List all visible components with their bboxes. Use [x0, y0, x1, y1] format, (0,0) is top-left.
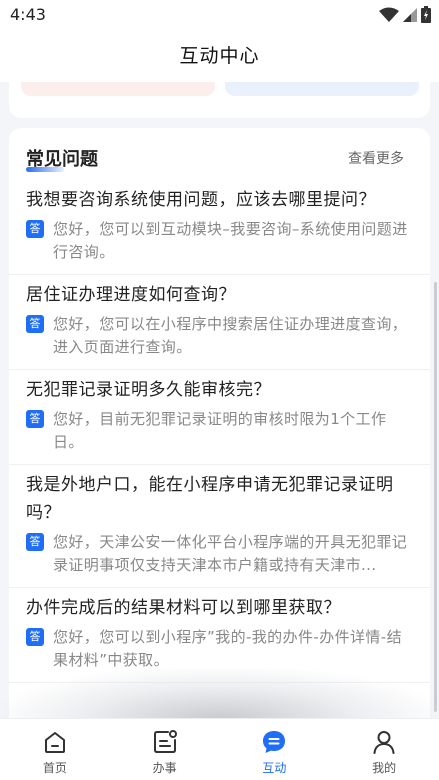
answer-badge: 答: [26, 220, 44, 238]
tab-bar: 首页 办事 互动 我的: [0, 718, 439, 780]
top-card-left-tile[interactable]: [21, 82, 215, 96]
top-card: [9, 82, 430, 118]
answer-badge: 答: [26, 628, 44, 646]
tab-label: 首页: [42, 761, 67, 775]
tab-home[interactable]: 首页: [0, 719, 110, 780]
answer-badge: 答: [26, 533, 44, 551]
faq-answer-text: 您好，您可以到小程序”我的-我的办件-办件详情-结果材料”中获取。: [53, 628, 403, 669]
task-icon: [153, 730, 177, 753]
status-time: 4:43: [10, 5, 46, 24]
tab-label: 办事: [152, 761, 177, 775]
faq-answer: 答 您好，目前无犯罪记录证明的审核时限为1个工作日。: [26, 408, 414, 454]
header: 互动中心: [0, 30, 439, 82]
faq-item[interactable]: 居住证办理进度如何查询？ 答 您好，您可以在小程序中搜索居住证办理进度查询，进入…: [9, 275, 430, 370]
status-icons: [379, 6, 431, 23]
faq-answer: 答 您好，天津公安一体化平台小程序端的开具无犯罪记录证明事项仅支持天津本市户籍或…: [26, 531, 414, 577]
battery-icon: [421, 6, 431, 23]
faq-item[interactable]: 我想要咨询系统使用问题，应该去哪里提问？ 答 您好，您可以到互动模块–我要咨询–…: [9, 180, 430, 275]
faq-item[interactable]: 办件完成后的结果材料可以到哪里获取？ 答 您好，您可以到小程序”我的-我的办件-…: [9, 588, 430, 683]
page-title: 互动中心: [179, 45, 260, 67]
faq-question: 我想要咨询系统使用问题，应该去哪里提问？: [26, 190, 376, 210]
wifi-icon: [379, 7, 399, 22]
faq-answer-text: 您好，天津公安一体化平台小程序端的开具无犯罪记录证明事项仅支持天津本市户籍或持有…: [53, 533, 408, 574]
person-icon: [373, 731, 395, 754]
faq-answer: 答 您好，您可以到互动模块–我要咨询–系统使用问题进行咨询。: [26, 218, 414, 264]
tab-label: 我的: [372, 761, 397, 775]
faq-header: 常见问题 查看更多: [9, 128, 430, 180]
faq-answer-text: 您好，您可以在小程序中搜索居住证办理进度查询，进入页面进行查询。: [53, 315, 408, 356]
tab-label: 互动: [262, 761, 287, 775]
faq-answer: 答 您好，您可以到小程序”我的-我的办件-办件详情-结果材料”中获取。: [26, 626, 414, 672]
tab-interact[interactable]: 互动: [220, 719, 330, 780]
top-card-right-tile[interactable]: [225, 82, 419, 96]
faq-answer-text: 您好，您可以到互动模块–我要咨询–系统使用问题进行咨询。: [53, 220, 408, 261]
tab-tasks[interactable]: 办事: [110, 719, 220, 780]
home-icon: [44, 732, 65, 753]
faq-question: 办件完成后的结果材料可以到哪里获取？: [26, 598, 341, 618]
signal-icon: [403, 7, 417, 22]
scrollbar[interactable]: [434, 282, 437, 712]
status-bar: 4:43: [0, 0, 439, 30]
faq-card: 常见问题 查看更多 我想要咨询系统使用问题，应该去哪里提问？ 答 您好，您可以到…: [9, 128, 430, 728]
faq-item[interactable]: 我是外地户口，能在小程序申请无犯罪记录证明吗？ 答 您好，天津公安一体化平台小程…: [9, 465, 430, 588]
answer-badge: 答: [26, 410, 44, 428]
chat-icon: [263, 731, 286, 753]
faq-answer: 答 您好，您可以在小程序中搜索居住证办理进度查询，进入页面进行查询。: [26, 313, 414, 359]
faq-question: 居住证办理进度如何查询？: [26, 285, 236, 305]
faq-item[interactable]: 无犯罪记录证明多久能审核完？ 答 您好，目前无犯罪记录证明的审核时限为1个工作日…: [9, 370, 430, 465]
faq-question: 无犯罪记录证明多久能审核完？: [26, 380, 271, 400]
faq-more-link[interactable]: 查看更多: [348, 148, 404, 168]
faq-question: 我是外地户口，能在小程序申请无犯罪记录证明吗？: [26, 475, 394, 523]
faq-title: 常见问题: [26, 149, 98, 170]
answer-badge: 答: [26, 315, 44, 333]
tab-mine[interactable]: 我的: [329, 719, 439, 780]
faq-answer-text: 您好，目前无犯罪记录证明的审核时限为1个工作日。: [53, 410, 387, 451]
